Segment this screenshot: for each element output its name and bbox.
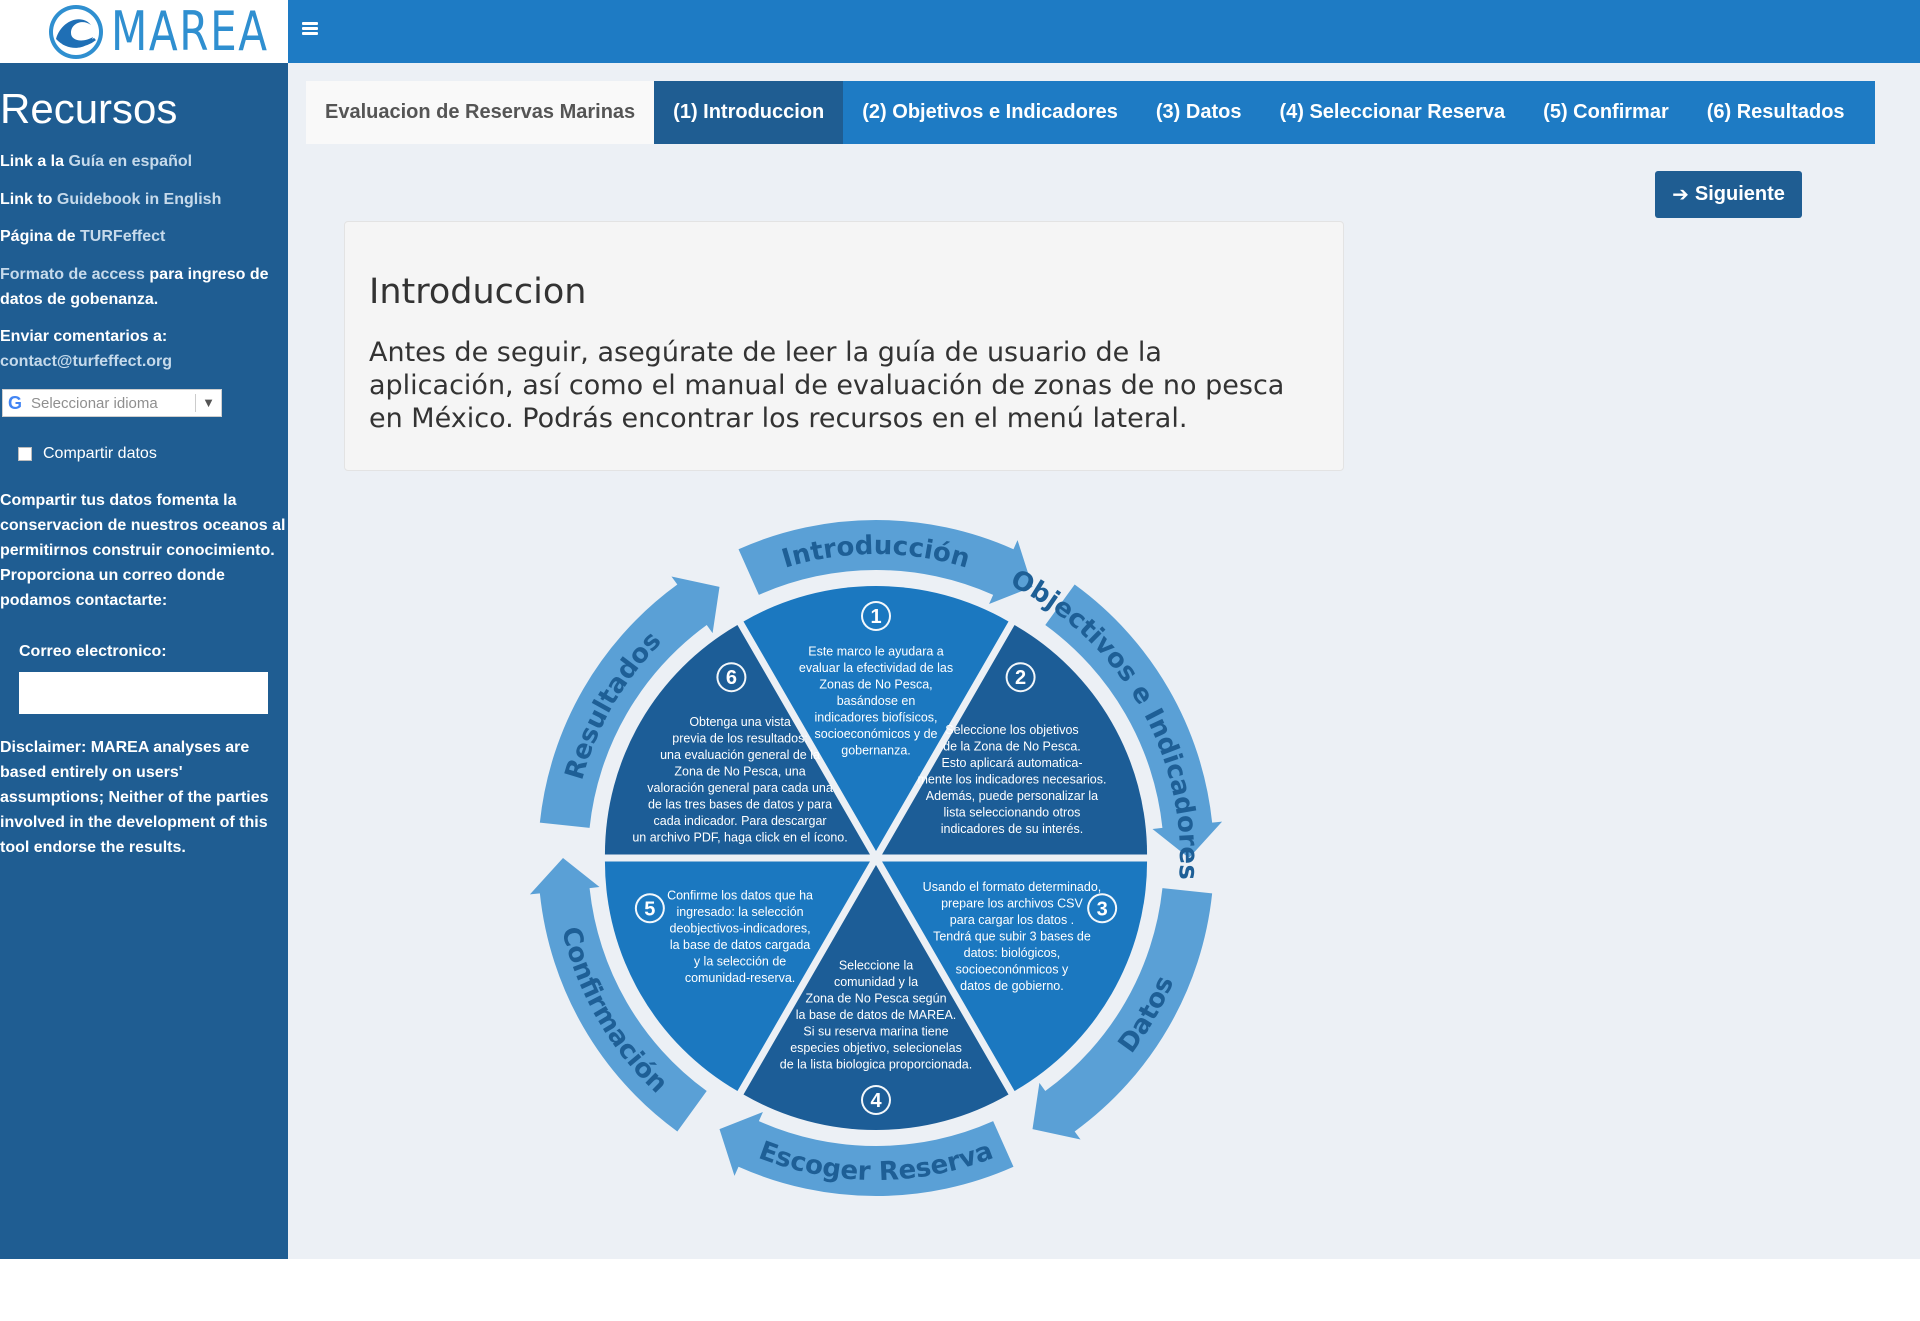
share-data-label: Compartir datos — [43, 445, 157, 462]
intro-text: Antes de seguir, asegúrate de leer la gu… — [369, 337, 1285, 434]
tab-datos[interactable]: (3) Datos — [1137, 81, 1261, 144]
segment-4-line: la base de datos de MAREA. — [796, 1008, 957, 1022]
segment-6-line: Zona de No Pesca, una — [674, 764, 805, 778]
segment-6-line: previa de los resultados: — [672, 731, 808, 745]
segment-6-line: de las tres bases de datos y para — [648, 797, 832, 811]
segment-3-line: datos de gobierno. — [960, 979, 1064, 993]
tab-confirmar[interactable]: (5) Confirmar — [1524, 81, 1688, 144]
guide-es-prefix: Link a la — [0, 153, 69, 170]
guide-en-row: Link to Guidebook in English — [0, 187, 280, 212]
logo-text: MAREA — [111, 0, 269, 63]
segment-5-line: ingresado: la selección — [676, 905, 803, 919]
share-data-row: Compartir datos — [18, 445, 157, 463]
segment-2-line: Seleccione los objetivos — [945, 723, 1078, 737]
share-text: Compartir tus datos fomenta la conservac… — [0, 492, 286, 609]
step-number-4: 4 — [870, 1090, 882, 1112]
segment-3-line: prepare los archivos CSV — [941, 897, 1083, 911]
segment-3-line: socioeconónmicos y — [956, 963, 1069, 977]
segment-6-line: valoración general para cada una — [647, 781, 833, 795]
segment-1-line: basándose en — [837, 694, 916, 708]
segment-1-line: gobernanza. — [841, 744, 911, 758]
segment-5-line: Confirme los datos que ha — [667, 888, 813, 902]
google-icon: G — [7, 392, 22, 413]
language-select[interactable]: G Seleccionar idioma ▼ — [2, 389, 222, 417]
segment-4-line: Seleccione la — [839, 959, 913, 973]
caret-down-icon: ▼ — [195, 394, 221, 412]
guide-en-link[interactable]: Guidebook in English — [57, 191, 221, 208]
tab-resultados[interactable]: (6) Resultados — [1688, 81, 1864, 144]
guide-es-row: Link a la Guía en español — [0, 149, 280, 174]
email-input[interactable] — [19, 672, 268, 714]
segment-1-line: evaluar la efectividad de las — [799, 661, 953, 675]
email-label: Correo electronico: — [19, 643, 167, 660]
segment-3-line: para cargar los datos . — [950, 913, 1074, 927]
guide-es-link[interactable]: Guía en español — [68, 153, 192, 170]
segment-6-line: cada indicador. Para descargar — [654, 814, 827, 828]
segment-3-line: Tendrá que subir 3 bases de — [933, 930, 1091, 944]
segment-6-line: Obtenga una vista — [689, 715, 791, 729]
segment-2-line: indicadores de su interés. — [941, 822, 1083, 836]
segment-1-line: socioeconómicos y de — [815, 727, 938, 741]
turfeffect-prefix: Página de — [0, 228, 81, 245]
segment-5-line: la base de datos cargada — [670, 938, 810, 952]
tab-bar: Evaluacion de Reservas Marinas (1) Intro… — [306, 81, 1875, 144]
wave-logo-icon — [49, 4, 103, 59]
turfeffect-link[interactable]: TURFeffect — [80, 228, 165, 245]
segment-1-line: Zonas de No Pesca, — [819, 678, 932, 692]
share-data-checkbox[interactable] — [18, 447, 32, 461]
next-button[interactable]: ➔ Siguiente — [1655, 171, 1802, 218]
disclaimer: Disclaimer: MAREA analyses are based ent… — [0, 739, 269, 856]
segment-4-line: de la lista biologica proporcionada. — [780, 1058, 973, 1072]
turfeffect-row: Página de TURFeffect — [0, 224, 280, 249]
step-number-2: 2 — [1015, 667, 1026, 689]
step-number-1: 1 — [870, 606, 881, 628]
hamburger-icon[interactable] — [302, 22, 318, 36]
segment-4-line: comunidad y la — [834, 975, 918, 989]
format-access-link[interactable]: Formato de access — [0, 266, 145, 283]
sidebar-title: Recursos — [0, 85, 178, 132]
intro-panel: Introduccion Antes de seguir, asegúrate … — [344, 221, 1344, 471]
segment-4-line: especies objetivo, selecionelas — [790, 1041, 962, 1055]
process-wheel-diagram: 1 Este marco le ayudara a evaluar la efect… — [529, 520, 1223, 1196]
next-button-label: Siguiente — [1694, 183, 1785, 205]
segment-3-line: Usando el formato determinado, — [923, 880, 1102, 894]
top-navbar — [288, 0, 1920, 63]
segment-2-line: Esto aplicará automatica- — [941, 756, 1082, 770]
segment-6-line: una evaluación general de la — [660, 748, 820, 762]
comments-email-link[interactable]: contact@turfeffect.org — [0, 349, 280, 374]
comments-row: Enviar comentarios a: contact@turfeffect… — [0, 324, 280, 374]
tab-seleccionar-reserva[interactable]: (4) Seleccionar Reserva — [1260, 81, 1524, 144]
segment-2-line: mente los indicadores necesarios. — [917, 773, 1106, 787]
main-content: Evaluacion de Reservas Marinas (1) Intro… — [288, 63, 1920, 1259]
step-number-5: 5 — [644, 898, 655, 920]
segment-5-line: deobjectivos-indicadores, — [670, 921, 811, 935]
arrow-right-icon: ➔ — [1672, 184, 1689, 206]
comments-label: Enviar comentarios a: — [0, 328, 168, 345]
segment-2-line: Además, puede personalizar la — [926, 789, 1098, 803]
segment-1-line: Este marco le ayudara a — [808, 645, 944, 659]
segment-3-line: datos: biológicos, — [964, 946, 1061, 960]
step-number-3: 3 — [1097, 898, 1108, 920]
sidebar: Recursos Link a la Guía en español Link … — [0, 63, 288, 1259]
segment-1-line: indicadores biofísicos, — [815, 711, 938, 725]
segment-4-line: Si su reserva marina tiene — [803, 1025, 948, 1039]
segment-6-line: un archivo PDF, haga click en el ícono. — [632, 830, 847, 844]
tab-objetivos[interactable]: (2) Objetivos e Indicadores — [843, 81, 1137, 144]
language-select-label: Seleccionar idioma — [31, 394, 158, 412]
app-brand[interactable]: Evaluacion de Reservas Marinas — [306, 81, 655, 144]
segment-4-line: Zona de No Pesca según — [805, 992, 946, 1006]
guide-en-prefix: Link to — [0, 191, 57, 208]
format-row: Formato de access para ingreso de datos … — [0, 262, 280, 312]
tab-introduccion[interactable]: (1) Introduccion — [654, 81, 844, 144]
intro-title: Introduccion — [369, 272, 587, 312]
step-number-6: 6 — [726, 667, 737, 689]
logo[interactable]: MAREA — [0, 0, 288, 63]
segment-5-line: comunidad-reserva. — [685, 971, 795, 985]
segment-2-line: lista seleccionando otros — [944, 806, 1081, 820]
segment-5-line: y la selección de — [694, 954, 786, 968]
segment-2-line: de la Zona de No Pesca. — [943, 740, 1081, 754]
